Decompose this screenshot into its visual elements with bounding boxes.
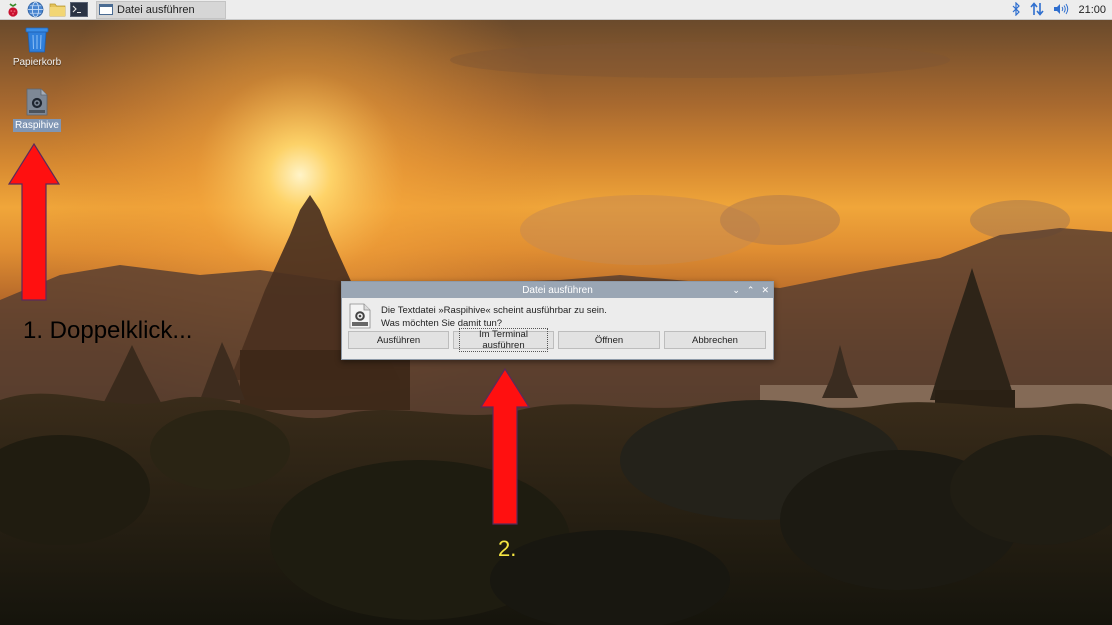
close-icon[interactable]: ✕ (761, 285, 769, 296)
executable-file-icon (349, 303, 371, 329)
raspberry-menu-icon[interactable] (4, 1, 22, 19)
execute-button-label: Ausführen (376, 334, 421, 346)
trash-label: Papierkorb (12, 57, 62, 68)
dialog-titlebar[interactable]: Datei ausführen ⌄ ⌃ ✕ (342, 282, 773, 298)
cancel-button[interactable]: Abbrechen (664, 331, 766, 349)
taskbar-task-label: Datei ausführen (117, 3, 195, 16)
volume-icon[interactable] (1053, 3, 1069, 18)
open-button-label: Öffnen (594, 334, 624, 346)
maximize-icon[interactable]: ⌃ (747, 285, 755, 296)
execute-in-terminal-label: Im Terminal ausführen (459, 328, 548, 352)
execute-file-dialog: Datei ausführen ⌄ ⌃ ✕ Die Textdatei »Ras… (341, 281, 774, 360)
trash-desktop-icon[interactable]: Papierkorb (7, 25, 67, 69)
open-button[interactable]: Öffnen (558, 331, 660, 349)
dialog-body: Die Textdatei »Raspihive« scheint ausfüh… (342, 298, 773, 359)
execute-in-terminal-button[interactable]: Im Terminal ausführen (453, 328, 554, 352)
window-icon (99, 4, 113, 15)
taskbar-task-button[interactable]: Datei ausführen (96, 0, 226, 19)
red-arrow-up-icon (8, 142, 60, 301)
terminal-icon[interactable] (70, 1, 88, 19)
system-tray: 21:00 (1012, 0, 1106, 20)
taskbar: Datei ausführen 21:00 (0, 0, 1112, 20)
clock[interactable]: 21:00 (1078, 4, 1106, 16)
execute-button[interactable]: Ausführen (348, 331, 449, 349)
step2-annotation: 2. (498, 536, 517, 561)
step1-annotation: 1. Doppelklick... (23, 317, 193, 344)
network-icon[interactable] (1030, 1, 1045, 19)
dialog-button-row: Ausführen Im Terminal ausführen Öffnen A… (348, 328, 766, 352)
web-browser-icon[interactable] (26, 1, 44, 19)
dialog-message-line1: Die Textdatei »Raspihive« scheint ausfüh… (381, 305, 607, 316)
minimize-icon[interactable]: ⌄ (732, 285, 740, 296)
dialog-title: Datei ausführen (522, 284, 593, 296)
file-manager-icon[interactable] (48, 1, 66, 19)
trash-icon (25, 27, 49, 53)
red-arrow-up-icon-2 (480, 367, 530, 525)
raspihive-desktop-icon[interactable]: Raspihive (7, 88, 67, 132)
raspihive-label: Raspihive (13, 119, 61, 132)
executable-file-icon (26, 88, 48, 116)
dialog-message: Die Textdatei »Raspihive« scheint ausfüh… (381, 304, 607, 330)
cancel-button-label: Abbrechen (692, 334, 738, 346)
bluetooth-icon[interactable] (1012, 1, 1021, 19)
